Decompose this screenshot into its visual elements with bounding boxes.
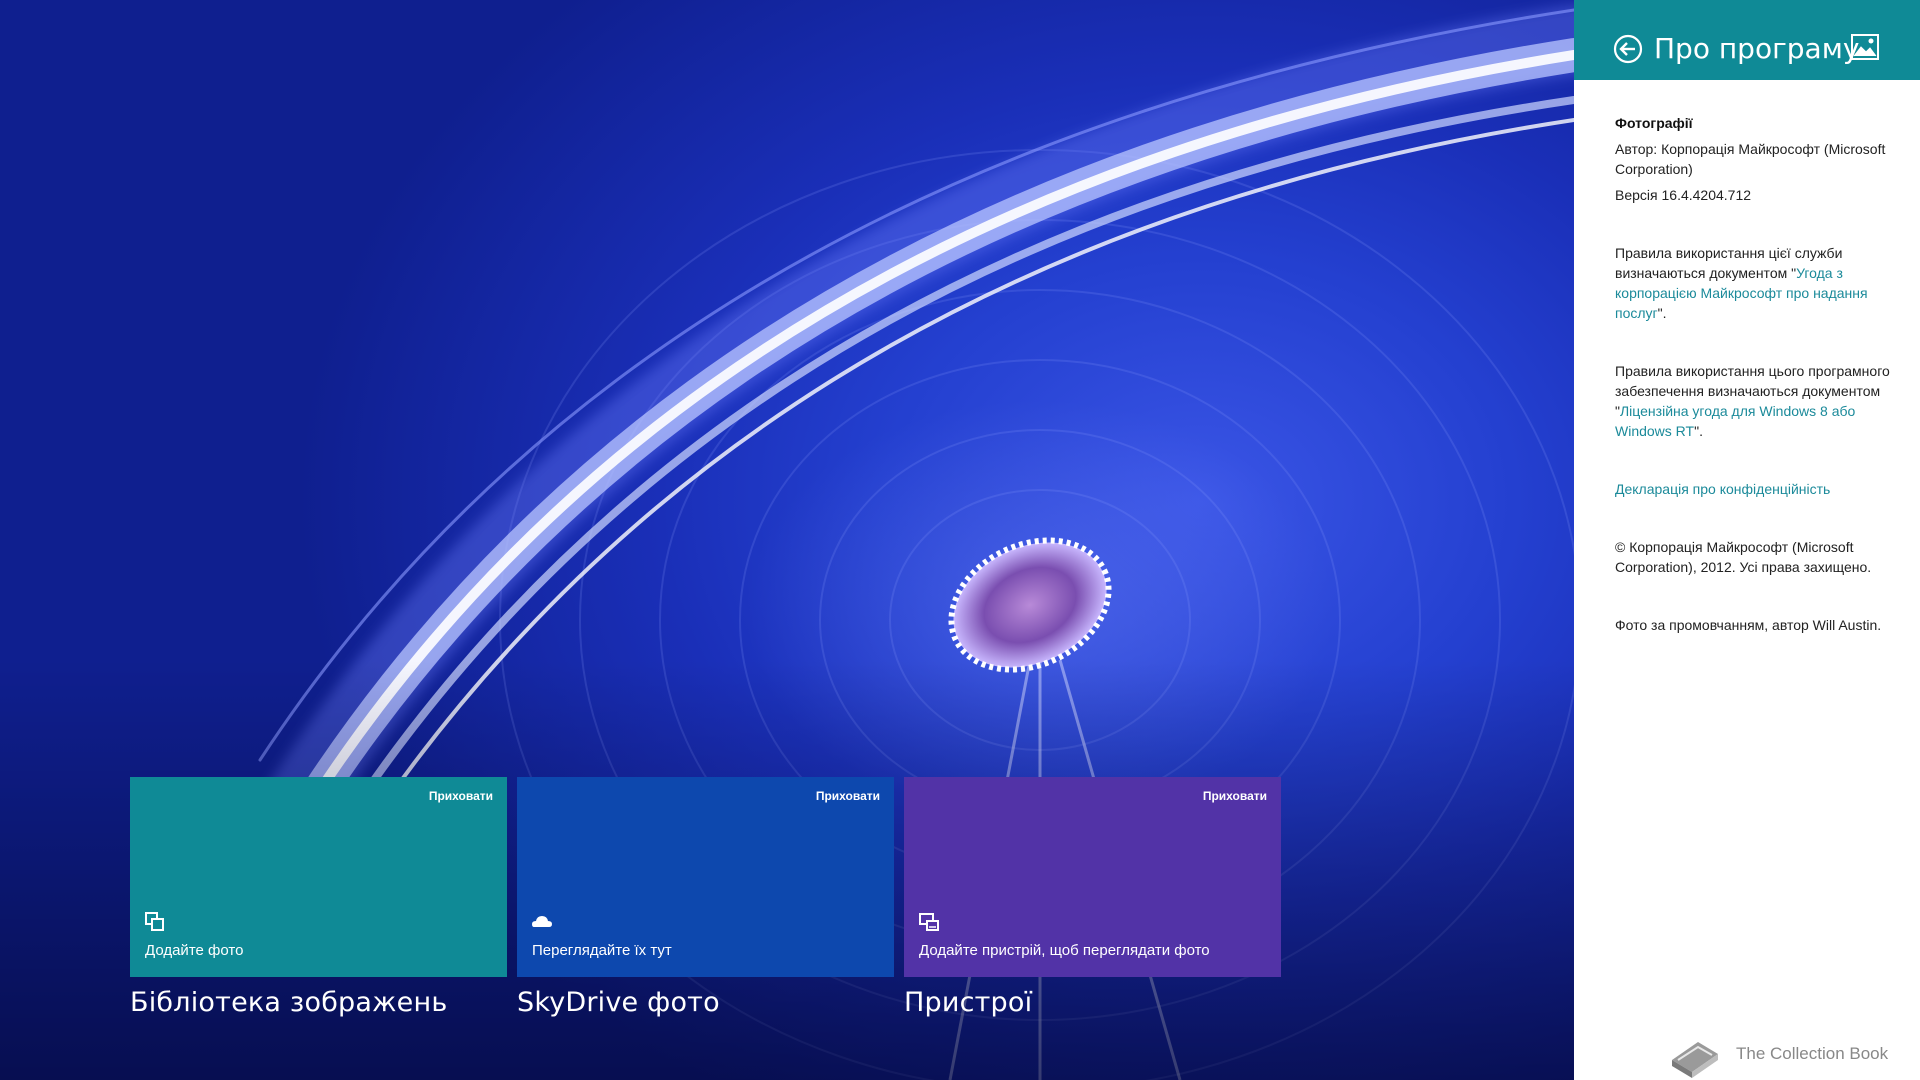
book-icon bbox=[1672, 1042, 1718, 1078]
tile-description: Переглядайте їх тут bbox=[532, 942, 672, 959]
tile-description: Додайте пристрій, щоб переглядати фото bbox=[919, 942, 1210, 959]
tile-devices[interactable]: Приховати Додайте пристрій, щоб перегляд… bbox=[904, 777, 1281, 977]
about-pane: Про програму Фотографії Автор: Корпораці… bbox=[1574, 0, 1920, 1080]
tile-title[interactable]: SkyDrive фото bbox=[517, 987, 894, 1018]
pane-title: Про програму bbox=[1654, 32, 1860, 65]
license-terms-suffix: ". bbox=[1694, 423, 1703, 439]
watermark: The Collection Book bbox=[1668, 1030, 1888, 1078]
pane-header: Про програму bbox=[1574, 0, 1920, 80]
pane-content: Фотографії Автор: Корпорація Майкрософт … bbox=[1615, 113, 1895, 635]
copyright-text: © Корпорація Майкрософт (Microsoft Corpo… bbox=[1615, 539, 1872, 575]
app-image-icon bbox=[1851, 34, 1879, 60]
tile-skydrive-photos[interactable]: Приховати Переглядайте їх тут bbox=[517, 777, 894, 977]
pictures-library-icon bbox=[145, 912, 164, 931]
photo-credit-text: Фото за промовчанням, автор Will Austin. bbox=[1615, 617, 1882, 633]
tile-group-skydrive: Приховати Переглядайте їх тут SkyDrive ф… bbox=[517, 777, 894, 1018]
license-terms-text: Правила використання цього програмного з… bbox=[1615, 361, 1895, 441]
hide-tile-button[interactable]: Приховати bbox=[429, 789, 493, 803]
skydrive-cloud-icon bbox=[532, 916, 552, 927]
tile-title[interactable]: Бібліотека зображень bbox=[130, 987, 507, 1018]
tile-title[interactable]: Пристрої bbox=[904, 987, 1281, 1018]
tile-group-devices: Приховати Додайте пристрій, щоб перегляд… bbox=[904, 777, 1281, 1018]
service-terms-text: Правила використання цієї служби визнача… bbox=[1615, 243, 1895, 323]
app-version: Версія 16.4.4204.712 bbox=[1615, 187, 1752, 203]
tile-group-pictures-library: Приховати Додайте фото Бібліотека зображ… bbox=[130, 777, 507, 1018]
back-arrow-icon[interactable] bbox=[1613, 34, 1643, 64]
service-terms-suffix: ". bbox=[1657, 305, 1667, 321]
hide-tile-button[interactable]: Приховати bbox=[816, 789, 880, 803]
hide-tile-button[interactable]: Приховати bbox=[1203, 789, 1267, 803]
privacy-statement-link[interactable]: Декларація про конфіденційність bbox=[1615, 481, 1830, 497]
app-author: Автор: Корпорація Майкрософт (Microsoft … bbox=[1615, 141, 1886, 177]
watermark-text: The Collection Book bbox=[1736, 1044, 1889, 1063]
tile-description: Додайте фото bbox=[145, 942, 244, 959]
tile-pictures-library[interactable]: Приховати Додайте фото bbox=[130, 777, 507, 977]
app-name: Фотографії bbox=[1615, 115, 1693, 131]
license-agreement-link[interactable]: Ліцензійна угода для Windows 8 або Windo… bbox=[1615, 403, 1855, 439]
devices-icon bbox=[919, 913, 939, 931]
start-tiles: Приховати Додайте фото Бібліотека зображ… bbox=[130, 777, 1290, 1057]
